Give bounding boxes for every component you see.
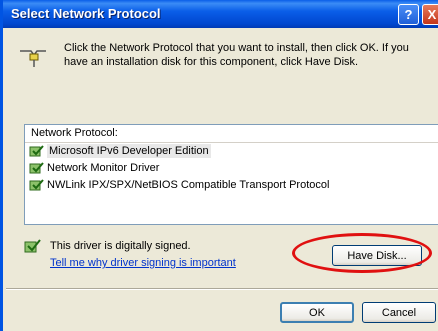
close-icon: X	[427, 7, 437, 22]
list-item[interactable]: NWLink IPX/SPX/NetBIOS Compatible Transp…	[25, 177, 438, 194]
network-protocol-icon	[20, 50, 46, 67]
list-item-label: NWLink IPX/SPX/NetBIOS Compatible Transp…	[47, 179, 330, 191]
list-item[interactable]: Network Monitor Driver	[25, 160, 438, 177]
dialog-title: Select Network Protocol	[11, 6, 161, 21]
list-item-label: Network Monitor Driver	[47, 162, 160, 174]
protocol-icon	[29, 162, 44, 174]
driver-signed-status: This driver is digitally signed.	[50, 240, 191, 252]
list-item-label: Microsoft IPv6 Developer Edition	[47, 144, 211, 158]
title-bar[interactable]: Select Network Protocol ? X	[3, 0, 438, 28]
protocol-icon	[29, 145, 44, 157]
protocol-icon	[29, 179, 44, 191]
separator	[6, 288, 438, 290]
driver-signing-info-link[interactable]: Tell me why driver signing is important	[50, 257, 236, 269]
signed-driver-icon	[24, 239, 41, 253]
intro-instructions: Click the Network Protocol that you want…	[64, 42, 409, 68]
ok-button[interactable]: OK	[280, 302, 354, 323]
list-header: Network Protocol:	[25, 125, 438, 143]
have-disk-button[interactable]: Have Disk...	[332, 245, 422, 266]
help-button[interactable]: ?	[398, 4, 419, 25]
have-disk-label: Have Disk...	[347, 249, 407, 262]
close-button[interactable]: X	[422, 4, 438, 25]
ok-label: OK	[309, 306, 325, 319]
list-item[interactable]: Microsoft IPv6 Developer Edition	[25, 143, 438, 160]
cancel-label: Cancel	[381, 306, 417, 319]
cancel-button[interactable]: Cancel	[362, 302, 436, 323]
network-protocol-list[interactable]: Network Protocol: Microsoft IPv6 Develop…	[24, 124, 438, 225]
help-icon: ?	[404, 7, 413, 22]
